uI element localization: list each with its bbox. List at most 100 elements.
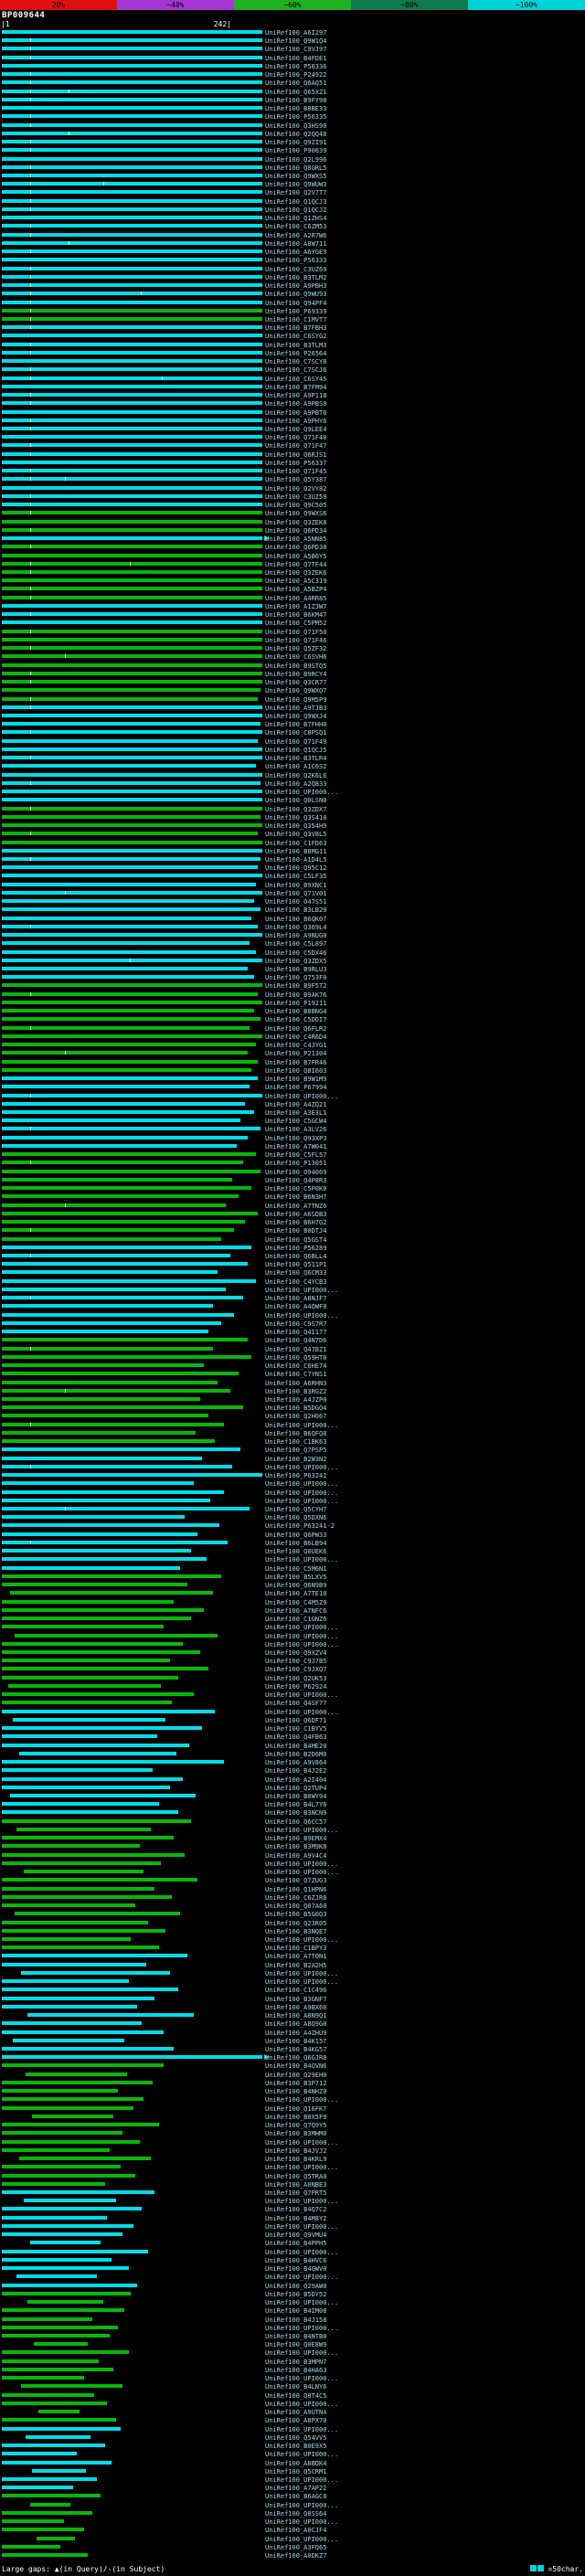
hit-label[interactable]: UniRef100_A4RR85 bbox=[265, 595, 326, 602]
hit-label[interactable]: UniRef100_UPI000... bbox=[265, 1869, 338, 1876]
hit-label[interactable]: UniRef100_Q59HT0 bbox=[265, 1354, 326, 1362]
alignment-bar[interactable] bbox=[2, 1388, 230, 1393]
hit-label[interactable]: UniRef100_UPI000... bbox=[265, 2223, 338, 2231]
hit-label[interactable]: UniRef100_B2W3N2 bbox=[265, 1456, 326, 1463]
alignment-bar[interactable] bbox=[2, 2080, 153, 2084]
alignment-bar[interactable] bbox=[2, 1253, 230, 1257]
alignment-bar[interactable] bbox=[2, 696, 259, 701]
alignment-bar[interactable] bbox=[2, 216, 262, 220]
alignment-bar[interactable] bbox=[10, 1793, 196, 1797]
hit-label[interactable]: UniRef100_A6RHN3 bbox=[265, 1380, 326, 1387]
alignment-bar[interactable] bbox=[2, 2401, 108, 2405]
hit-label[interactable]: UniRef100_A9PBS0 bbox=[265, 400, 326, 408]
alignment-bar[interactable] bbox=[2, 975, 254, 980]
hit-label[interactable]: UniRef100_Q6CM33 bbox=[265, 1269, 326, 1277]
alignment-bar[interactable] bbox=[2, 164, 262, 169]
hit-label[interactable]: UniRef100_UPI000... bbox=[265, 1691, 338, 1699]
hit-label[interactable]: UniRef100_C9VJ97 bbox=[265, 46, 326, 53]
alignment-bar[interactable] bbox=[2, 2519, 65, 2524]
alignment-bar[interactable] bbox=[2, 561, 262, 566]
hit-label[interactable]: UniRef100_B3MPN7 bbox=[265, 2359, 326, 2366]
hit-label[interactable]: UniRef100_Q354H9 bbox=[265, 822, 326, 830]
hit-label[interactable]: UniRef100_C4M5Z9 bbox=[265, 1599, 326, 1606]
alignment-bar[interactable] bbox=[2, 2443, 106, 2448]
hit-label[interactable]: UniRef100_Q1ZHS4 bbox=[265, 215, 326, 222]
hit-label[interactable]: UniRef100_UPI000... bbox=[265, 2164, 338, 2171]
alignment-bar[interactable] bbox=[2, 1287, 226, 1291]
alignment-bar[interactable] bbox=[2, 578, 262, 583]
alignment-bar[interactable] bbox=[31, 2114, 114, 2118]
hit-label[interactable]: UniRef100_B5LXV5 bbox=[265, 1574, 326, 1581]
hit-label[interactable]: UniRef100_C5M6N1 bbox=[265, 1565, 326, 1573]
hit-label[interactable]: UniRef100_C3UZ69 bbox=[265, 266, 326, 273]
hit-label[interactable]: UniRef100_Q2L996 bbox=[265, 156, 326, 164]
hit-label[interactable]: UniRef100_Q47BZ1 bbox=[265, 1346, 326, 1353]
hit-label[interactable]: UniRef100_Q71F49 bbox=[265, 738, 326, 746]
alignment-bar[interactable] bbox=[2, 1540, 229, 1544]
hit-label[interactable]: UniRef100_B3TLM2 bbox=[265, 274, 326, 281]
alignment-bar[interactable] bbox=[2, 1236, 222, 1241]
alignment-bar[interactable] bbox=[2, 1304, 213, 1309]
alignment-bar[interactable] bbox=[2, 2333, 110, 2337]
hit-label[interactable]: UniRef100_B9AK76 bbox=[265, 991, 326, 999]
hit-label[interactable]: UniRef100_Q5Y387 bbox=[265, 476, 326, 483]
hit-label[interactable]: UniRef100_B7FM94 bbox=[265, 384, 326, 391]
alignment-bar[interactable] bbox=[2, 2392, 95, 2397]
alignment-bar[interactable] bbox=[2, 646, 262, 651]
alignment-bar[interactable] bbox=[2, 2325, 119, 2329]
alignment-bar[interactable] bbox=[2, 1667, 209, 1671]
alignment-bar[interactable] bbox=[2, 1076, 259, 1081]
hit-label[interactable]: UniRef100_UPI000... bbox=[265, 1709, 338, 1716]
alignment-bar[interactable] bbox=[2, 1220, 246, 1224]
alignment-bar[interactable] bbox=[2, 131, 262, 135]
hit-label[interactable]: UniRef100_UPI000... bbox=[265, 1936, 338, 1944]
hit-label[interactable]: UniRef100_A9PHY6 bbox=[265, 418, 326, 425]
hit-label[interactable]: UniRef100_B3NQE7 bbox=[265, 1928, 326, 1935]
alignment-bar[interactable] bbox=[2, 1101, 246, 1106]
alignment-bar[interactable] bbox=[2, 1296, 243, 1300]
hit-label[interactable]: UniRef100_UPI000... bbox=[265, 2249, 338, 2256]
alignment-bar[interactable] bbox=[2, 427, 262, 431]
hit-label[interactable]: UniRef100_Q9WU93 bbox=[265, 291, 326, 298]
hit-label[interactable]: UniRef100_A9PBH3 bbox=[265, 282, 326, 290]
hit-label[interactable]: UniRef100_B9FY98 bbox=[265, 97, 326, 104]
hit-label[interactable]: UniRef100_UPI000... bbox=[265, 1287, 338, 1294]
hit-label[interactable]: UniRef100_Q6PD34 bbox=[265, 527, 326, 535]
alignment-bar[interactable] bbox=[2, 654, 262, 659]
hit-label[interactable]: UniRef100_A0DKZ7 bbox=[265, 2552, 326, 2560]
hit-label[interactable]: UniRef100_A7AP22 bbox=[265, 2485, 326, 2492]
alignment-bar[interactable] bbox=[2, 292, 262, 296]
hit-label[interactable]: UniRef100_A7TNZ6 bbox=[265, 1203, 326, 1210]
alignment-bar[interactable] bbox=[18, 1751, 176, 1755]
alignment-bar[interactable] bbox=[29, 2502, 71, 2507]
hit-label[interactable]: UniRef100_C6HE74 bbox=[265, 1362, 326, 1370]
alignment-bar[interactable] bbox=[2, 350, 262, 355]
hit-label[interactable]: UniRef100_Q3ZDX5 bbox=[265, 958, 326, 965]
hit-label[interactable]: UniRef100_B9XNC1 bbox=[265, 882, 326, 889]
alignment-bar[interactable] bbox=[2, 1785, 170, 1789]
hit-label[interactable]: UniRef100_Q6PD38 bbox=[265, 544, 326, 551]
alignment-bar[interactable] bbox=[2, 2376, 84, 2380]
hit-label[interactable]: UniRef100_Q7PSP5 bbox=[265, 1447, 326, 1454]
alignment-bar[interactable] bbox=[2, 1430, 196, 1435]
alignment-bar[interactable] bbox=[2, 1194, 239, 1199]
hit-label[interactable]: UniRef100_A3LV26 bbox=[265, 1126, 326, 1133]
alignment-bar[interactable] bbox=[2, 814, 261, 819]
alignment-bar[interactable] bbox=[2, 629, 262, 633]
hit-label[interactable]: UniRef100_B4KG57 bbox=[265, 2046, 326, 2053]
hit-label[interactable]: UniRef100_A8Q9G0 bbox=[265, 2020, 326, 2028]
hit-label[interactable]: UniRef100_O94069 bbox=[265, 1169, 326, 1176]
alignment-bar[interactable] bbox=[2, 274, 262, 279]
hit-label[interactable]: UniRef100_C1BK63 bbox=[265, 1438, 326, 1446]
hit-label[interactable]: UniRef100_Q8T4C5 bbox=[265, 2392, 326, 2400]
hit-label[interactable]: UniRef100_Q0UEK6 bbox=[265, 1548, 326, 1555]
hit-label[interactable]: UniRef100_P90639 bbox=[265, 147, 326, 154]
hit-label[interactable]: UniRef100_UPI000... bbox=[265, 1860, 338, 1868]
hit-label[interactable]: UniRef100_UPI000... bbox=[265, 2401, 338, 2408]
alignment-bar[interactable] bbox=[15, 1912, 181, 1916]
alignment-bar[interactable] bbox=[2, 1211, 259, 1215]
alignment-bar[interactable] bbox=[2, 1067, 252, 1072]
hit-label[interactable]: UniRef100_UPI000... bbox=[265, 2426, 338, 2433]
alignment-bar[interactable] bbox=[2, 983, 262, 988]
hit-label[interactable]: UniRef100_B4LNY6 bbox=[265, 2383, 326, 2390]
